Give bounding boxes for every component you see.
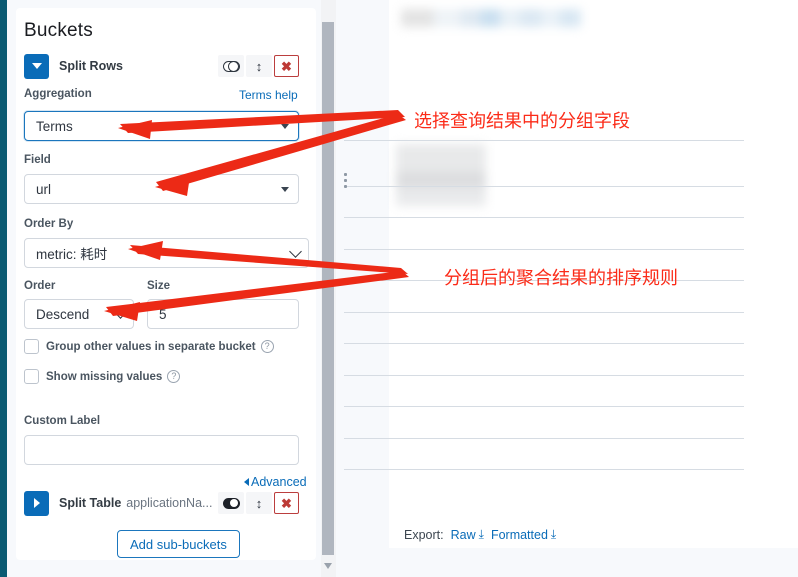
table-row-divider <box>344 438 744 439</box>
pane-drag-handle[interactable] <box>344 173 347 188</box>
caret-down-icon <box>281 124 289 129</box>
question-circle-icon[interactable]: ? <box>167 370 181 383</box>
drag-dots-icon <box>344 185 347 188</box>
table-row-divider <box>344 186 744 187</box>
table-row-divider <box>344 312 744 313</box>
show-missing-values-row[interactable]: Show missing values ? <box>24 369 181 384</box>
custom-label-label: Custom Label <box>24 415 101 427</box>
table-row-divider <box>344 406 744 407</box>
download-icon[interactable]: ⤓ <box>551 527 556 542</box>
order-by-select[interactable]: metric: 耗时 <box>24 238 309 268</box>
size-input[interactable]: 5 <box>147 299 299 329</box>
chevron-down-icon <box>114 306 127 319</box>
order-select[interactable]: Descend <box>24 299 134 329</box>
aggregation-value: Terms <box>36 118 73 134</box>
split-table-actions: ↕ ✖ <box>218 492 299 514</box>
table-row-divider <box>344 217 744 218</box>
field-value: url <box>36 181 52 197</box>
show-missing-values-label: Show missing values <box>46 370 163 383</box>
split-table-expand-toggle[interactable] <box>24 490 49 516</box>
redacted-content-block <box>396 144 486 206</box>
field-select[interactable]: url <box>24 174 299 204</box>
split-table-move-handle[interactable]: ↕ <box>246 492 272 514</box>
size-value: 5 <box>159 306 167 322</box>
order-by-value: metric: 耗时 <box>36 247 108 262</box>
group-other-values-checkbox[interactable] <box>24 339 39 354</box>
toggle-off-icon <box>222 60 240 73</box>
size-label: Size <box>147 280 171 292</box>
group-other-values-row[interactable]: Group other values in separate bucket ? <box>24 339 274 354</box>
split-table-header[interactable]: Split Table applicationNa... ↕ ✖ <box>24 489 299 517</box>
redacted-content-row <box>401 9 581 27</box>
split-rows-label: Split Rows <box>59 59 123 73</box>
caret-down-icon <box>31 63 42 69</box>
split-table-field: applicationNa... <box>126 496 213 510</box>
split-rows-actions: ↕ ✖ <box>218 55 299 77</box>
table-row-divider <box>344 469 744 470</box>
table-row-divider <box>344 343 744 344</box>
split-table-enable-toggle[interactable] <box>218 492 244 514</box>
export-label: Export: <box>404 527 444 542</box>
remove-x-icon: ✖ <box>281 58 292 74</box>
annotation-text-1: 选择查询结果中的分组字段 <box>414 111 630 132</box>
add-sub-buckets-label: Add sub-buckets <box>130 536 227 552</box>
aggregation-select[interactable]: Terms <box>24 111 299 141</box>
order-value: Descend <box>36 306 90 322</box>
split-rows-move-handle[interactable]: ↕ <box>246 55 272 77</box>
agg-editor-panel: Buckets Split Rows ↕ ✖ Aggregation Terms… <box>7 0 320 577</box>
order-label: Order <box>24 280 56 292</box>
split-table-label: Split Table <box>59 496 122 510</box>
split-rows-collapse-toggle[interactable] <box>24 53 49 79</box>
scroll-down-arrow-icon[interactable] <box>324 563 332 569</box>
split-rows-header[interactable]: Split Rows ↕ ✖ <box>24 52 299 80</box>
left-nav-rail <box>0 0 7 577</box>
download-icon[interactable]: ⤓ <box>479 527 484 542</box>
chevron-down-icon <box>289 245 302 258</box>
table-row-divider <box>344 140 744 141</box>
split-rows-enable-toggle[interactable] <box>218 55 244 77</box>
question-circle-icon[interactable]: ? <box>260 340 274 353</box>
export-formatted-link[interactable]: Formatted <box>491 528 548 542</box>
advanced-toggle[interactable]: Advanced <box>244 475 307 489</box>
drag-dots-icon <box>344 173 347 176</box>
split-rows-remove-button[interactable]: ✖ <box>274 55 299 77</box>
export-bar: Export: Raw ⤓ Formatted ⤓ <box>404 527 556 542</box>
page-title: Buckets <box>24 20 93 41</box>
show-missing-values-checkbox[interactable] <box>24 369 39 384</box>
table-row-divider <box>344 249 744 250</box>
remove-x-icon: ✖ <box>281 495 292 511</box>
move-vertical-icon: ↕ <box>255 58 263 74</box>
field-label: Field <box>24 154 51 166</box>
caret-left-icon <box>244 478 249 486</box>
terms-help-link[interactable]: Terms help <box>239 88 298 102</box>
aggregation-label: Aggregation <box>24 88 92 100</box>
table-row-divider <box>344 375 744 376</box>
editor-scrollbar-thumb[interactable] <box>322 22 334 555</box>
caret-right-icon <box>33 498 40 508</box>
group-other-values-label: Group other values in separate bucket <box>46 340 256 353</box>
add-sub-buckets-button[interactable]: Add sub-buckets <box>117 530 240 558</box>
annotation-text-2: 分组后的聚合结果的排序规则 <box>444 268 678 289</box>
drag-dots-icon <box>344 179 347 182</box>
order-by-label: Order By <box>24 218 74 230</box>
custom-label-input[interactable] <box>24 435 299 465</box>
toggle-on-icon <box>222 497 240 509</box>
app-root: Buckets Split Rows ↕ ✖ Aggregation Terms… <box>0 0 798 577</box>
export-raw-link[interactable]: Raw <box>451 528 476 542</box>
split-table-remove-button[interactable]: ✖ <box>274 492 299 514</box>
move-vertical-icon: ↕ <box>255 495 263 511</box>
caret-down-icon <box>281 187 289 192</box>
advanced-label: Advanced <box>251 475 307 489</box>
